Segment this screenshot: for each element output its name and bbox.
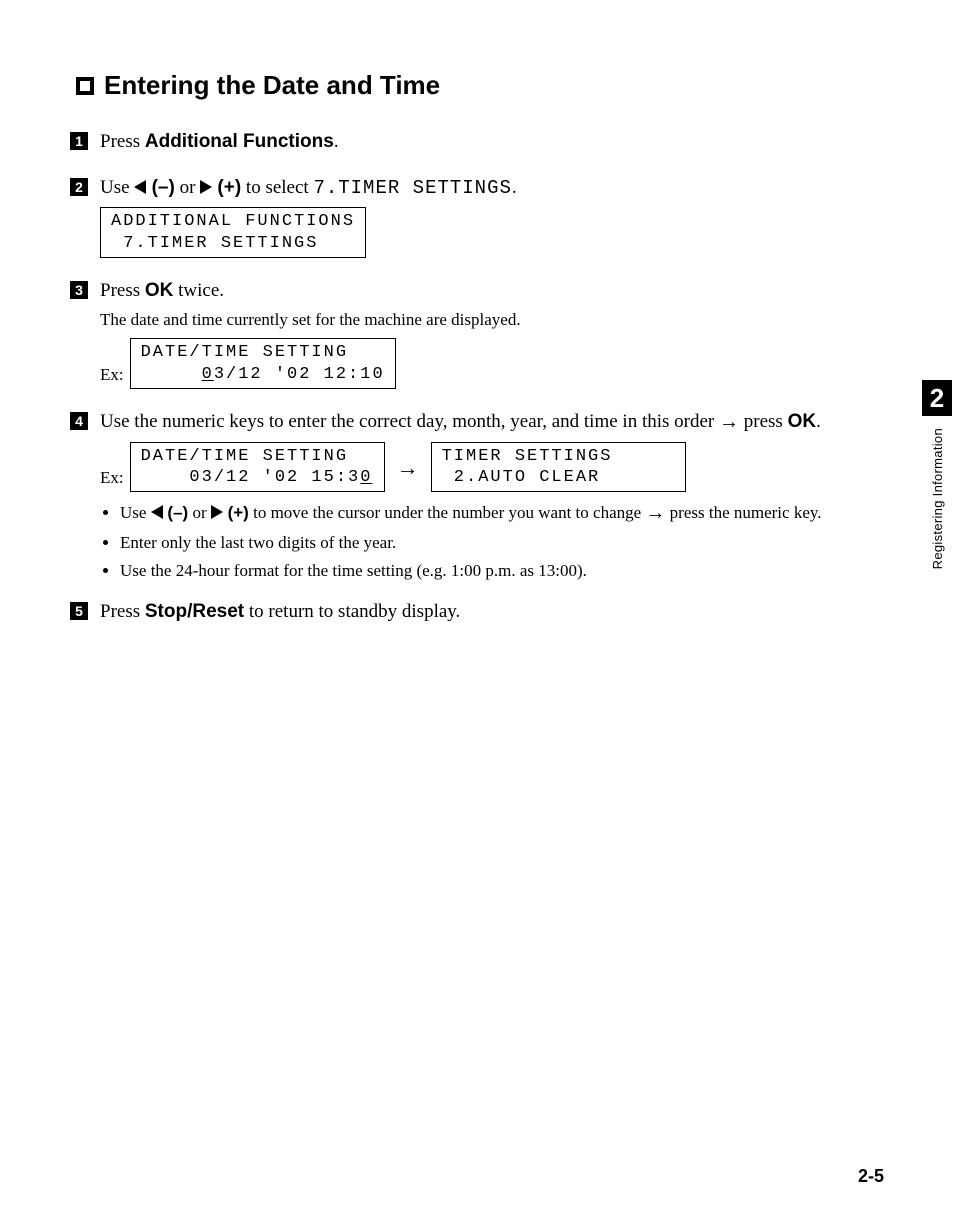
lcd-cursor-char: 0	[202, 365, 214, 384]
step-body: Press Additional Functions.	[100, 129, 884, 161]
heading-bullet-icon	[76, 77, 94, 95]
lcd-line2: 2.AUTO CLEAR	[442, 468, 601, 487]
lcd-display-a: DATE/TIME SETTING 03/12 '02 15:30	[130, 442, 385, 493]
arrow-right-icon: →	[391, 453, 425, 493]
text: to return to standby display.	[244, 601, 460, 622]
text: Use the numeric keys to enter the correc…	[100, 411, 719, 432]
lcd-line1: ADDITIONAL FUNCTIONS	[111, 212, 355, 231]
key-label: (–)	[163, 503, 189, 522]
step-number-badge: 1	[70, 132, 88, 150]
text: or	[175, 177, 200, 198]
lcd-line1: DATE/TIME SETTING	[141, 447, 348, 466]
page-content: Entering the Date and Time 1 Press Addit…	[0, 0, 954, 631]
lcd-display-row: Ex: DATE/TIME SETTING 03/12 '02 15:30 → …	[100, 442, 884, 493]
text: to move the cursor under the number you …	[249, 503, 646, 522]
lcd-line1: TIMER SETTINGS	[442, 447, 613, 466]
list-item: Enter only the last two digits of the ye…	[120, 530, 884, 556]
step-body: Use the numeric keys to enter the correc…	[100, 409, 884, 586]
step-5: 5 Press Stop/Reset to return to standby …	[70, 599, 884, 631]
lcd-display: ADDITIONAL FUNCTIONS 7.TIMER SETTINGS	[100, 207, 366, 258]
step-3: 3 Press OK twice. The date and time curr…	[70, 278, 884, 395]
text: Use	[100, 177, 134, 198]
step-1: 1 Press Additional Functions.	[70, 129, 884, 161]
lcd-line2: 7.TIMER SETTINGS	[111, 234, 318, 253]
button-label: OK	[788, 411, 817, 432]
lcd-post: 3/12 '02 12:10	[214, 365, 385, 384]
step-body: Press OK twice. The date and time curren…	[100, 278, 884, 395]
example-label: Ex:	[100, 364, 124, 389]
text: twice.	[173, 280, 224, 301]
lcd-pre: 03/12 '02 15:3	[141, 468, 361, 487]
example-label: Ex:	[100, 467, 124, 492]
text: or	[188, 503, 211, 522]
text: Press	[100, 280, 145, 301]
chapter-label: Registering Information	[930, 428, 945, 569]
key-label: (+)	[223, 503, 249, 522]
step-4: 4 Use the numeric keys to enter the corr…	[70, 409, 884, 586]
step-number-badge: 3	[70, 281, 88, 299]
text: .	[816, 411, 821, 432]
lcd-display: DATE/TIME SETTING 03/12 '02 12:10	[130, 338, 396, 389]
text: Press	[100, 601, 145, 622]
menu-item-mono: 7.TIMER SETTINGS	[313, 177, 511, 199]
chapter-side-tab: 2 Registering Information	[920, 380, 954, 569]
lcd-line1: DATE/TIME SETTING	[141, 343, 348, 362]
text: press the numeric key.	[665, 503, 821, 522]
text: .	[512, 177, 517, 198]
section-heading: Entering the Date and Time	[76, 70, 884, 101]
button-label: Stop/Reset	[145, 601, 244, 622]
step-body: Press Stop/Reset to return to standby di…	[100, 599, 884, 631]
lcd-cursor-char: 0	[360, 468, 372, 487]
triangle-left-icon	[134, 180, 146, 194]
button-label: Additional Functions	[145, 131, 334, 152]
arrow-right-icon: →	[645, 502, 665, 524]
arrow-right-icon: →	[719, 411, 739, 433]
step-body: Use (–) or (+) to select 7.TIMER SETTING…	[100, 175, 884, 264]
triangle-left-icon	[151, 505, 163, 519]
step-note: The date and time currently set for the …	[100, 309, 884, 332]
step-number-badge: 5	[70, 602, 88, 620]
key-label: (–)	[146, 177, 175, 198]
heading-text: Entering the Date and Time	[104, 70, 440, 101]
text: to select	[241, 177, 313, 198]
button-label: OK	[145, 280, 174, 301]
list-item: Use the 24-hour format for the time sett…	[120, 558, 884, 584]
step-number-badge: 2	[70, 178, 88, 196]
lcd-display-row: ADDITIONAL FUNCTIONS 7.TIMER SETTINGS	[100, 207, 884, 258]
page-number: 2-5	[858, 1166, 884, 1187]
text: Press	[100, 131, 145, 152]
chapter-number-badge: 2	[922, 380, 952, 416]
bullet-list: Use (–) or (+) to move the cursor under …	[100, 498, 884, 583]
step-number-badge: 4	[70, 412, 88, 430]
text: Use	[120, 503, 151, 522]
triangle-right-icon	[211, 505, 223, 519]
triangle-right-icon	[200, 180, 212, 194]
lcd-display-b: TIMER SETTINGS 2.AUTO CLEAR	[431, 442, 686, 493]
text: .	[334, 131, 339, 152]
text: press	[739, 411, 788, 432]
step-2: 2 Use (–) or (+) to select 7.TIMER SETTI…	[70, 175, 884, 264]
key-label: (+)	[212, 177, 241, 198]
lcd-display-row: Ex: DATE/TIME SETTING 03/12 '02 12:10	[100, 338, 884, 389]
list-item: Use (–) or (+) to move the cursor under …	[120, 498, 884, 528]
lcd-pre	[141, 365, 202, 384]
